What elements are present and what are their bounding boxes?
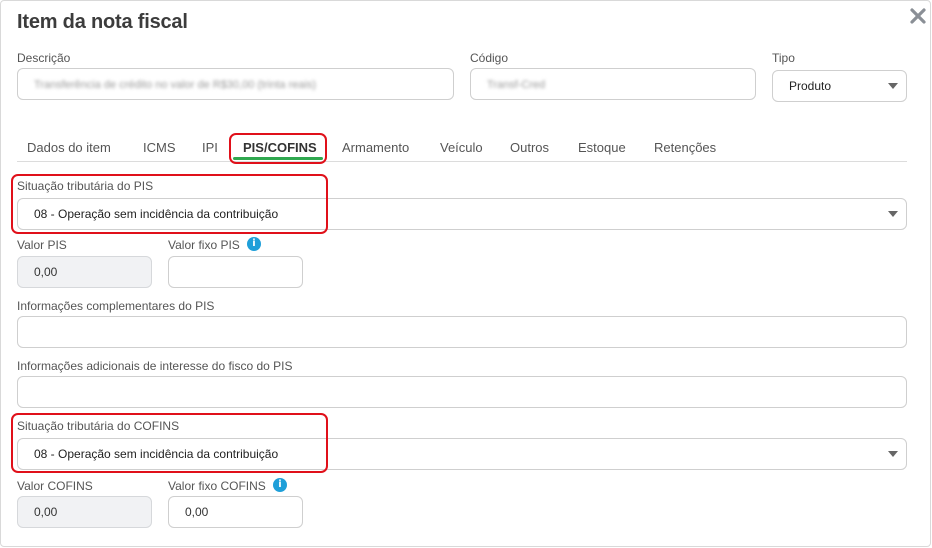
valor-cofins-label: Valor COFINS bbox=[17, 479, 93, 493]
chevron-down-icon bbox=[888, 211, 898, 217]
tab-dados-do-item[interactable]: Dados do item bbox=[27, 140, 111, 155]
valor-fixo-cofins-value: 0,00 bbox=[185, 505, 209, 519]
chevron-down-icon bbox=[888, 83, 898, 89]
active-tab-indicator bbox=[233, 157, 323, 160]
tab-icms[interactable]: ICMS bbox=[143, 140, 176, 155]
tab-retencoes[interactable]: Retenções bbox=[654, 140, 716, 155]
valor-cofins-value: 0,00 bbox=[34, 505, 58, 519]
valor-cofins-input: 0,00 bbox=[17, 496, 152, 528]
valor-fixo-cofins-label: Valor fixo COFINS bbox=[168, 479, 266, 493]
tab-armamento[interactable]: Armamento bbox=[342, 140, 409, 155]
modal-title: Item da nota fiscal bbox=[17, 11, 188, 33]
nota-fiscal-item-modal: Item da nota fiscal Descrição Transferên… bbox=[0, 0, 931, 547]
tab-pis-cofins[interactable]: PIS/COFINS bbox=[243, 140, 317, 155]
valor-fixo-pis-input[interactable] bbox=[168, 256, 303, 288]
pis-info-complementares-label: Informações complementares do PIS bbox=[17, 299, 215, 313]
cofins-situacao-select[interactable]: 08 - Operação sem incidência da contribu… bbox=[17, 438, 907, 470]
info-icon[interactable]: i bbox=[247, 237, 261, 251]
tab-ipi[interactable]: IPI bbox=[202, 140, 218, 155]
descricao-label: Descrição bbox=[17, 51, 71, 65]
pis-info-complementares-input[interactable] bbox=[17, 316, 907, 348]
codigo-input[interactable]: Transf-Cred bbox=[470, 68, 756, 100]
pis-info-adicionais-label: Informações adicionais de interesse do f… bbox=[17, 359, 293, 373]
tipo-label: Tipo bbox=[772, 51, 795, 65]
valor-fixo-pis-label: Valor fixo PIS bbox=[168, 238, 240, 252]
pis-situacao-value: 08 - Operação sem incidência da contribu… bbox=[34, 207, 279, 221]
descricao-value: Transferência de crédito no valor de R$3… bbox=[34, 79, 317, 91]
valor-pis-value: 0,00 bbox=[34, 265, 58, 279]
tipo-value: Produto bbox=[789, 79, 832, 93]
pis-situacao-label: Situação tributária do PIS bbox=[17, 179, 154, 193]
tab-veiculo[interactable]: Veículo bbox=[440, 140, 483, 155]
tab-bar: Dados do item ICMS IPI PIS/COFINS Armame… bbox=[17, 133, 907, 162]
cofins-situacao-label: Situação tributária do COFINS bbox=[17, 419, 180, 433]
valor-pis-input: 0,00 bbox=[17, 256, 152, 288]
descricao-input[interactable]: Transferência de crédito no valor de R$3… bbox=[17, 68, 454, 100]
tipo-select[interactable]: Produto bbox=[772, 70, 907, 102]
tab-outros[interactable]: Outros bbox=[510, 140, 549, 155]
pis-info-adicionais-input[interactable] bbox=[17, 376, 907, 408]
cofins-situacao-value: 08 - Operação sem incidência da contribu… bbox=[34, 447, 279, 461]
codigo-value: Transf-Cred bbox=[487, 79, 546, 91]
pis-situacao-select[interactable]: 08 - Operação sem incidência da contribu… bbox=[17, 198, 907, 230]
valor-fixo-cofins-input[interactable]: 0,00 bbox=[168, 496, 303, 528]
tab-estoque[interactable]: Estoque bbox=[578, 140, 626, 155]
valor-pis-label: Valor PIS bbox=[17, 238, 67, 252]
close-icon[interactable] bbox=[907, 5, 929, 27]
codigo-label: Código bbox=[470, 51, 509, 65]
info-icon[interactable]: i bbox=[273, 478, 287, 492]
chevron-down-icon bbox=[888, 451, 898, 457]
